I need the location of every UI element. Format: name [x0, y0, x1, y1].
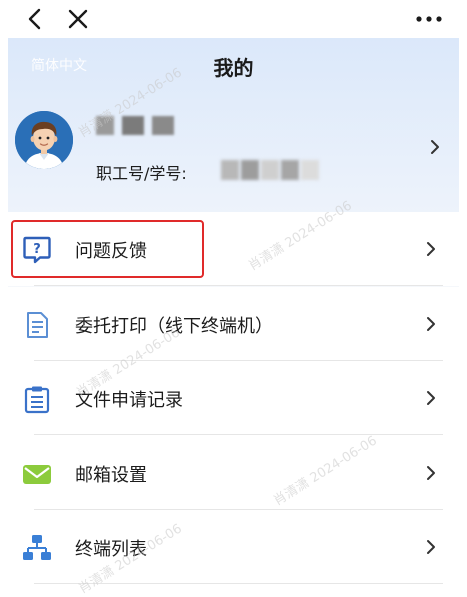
chevron-right-icon: [427, 242, 435, 256]
menu-item-label: 邮箱设置: [75, 465, 147, 486]
avatar[interactable]: [15, 111, 73, 169]
chevron-right-icon: [427, 391, 435, 405]
mail-icon: [23, 465, 51, 484]
menu-item-label: 文件申请记录: [75, 390, 183, 411]
user-avatar-icon: [15, 111, 73, 169]
document-icon: [27, 312, 48, 338]
menu-item-mailbox-settings[interactable]: 邮箱设置: [8, 436, 459, 510]
back-button[interactable]: [20, 3, 52, 35]
chevron-right-icon: [427, 317, 435, 331]
staff-id-redacted: [221, 160, 319, 180]
chevron-right-icon: [431, 140, 439, 154]
chevron-right-icon: [427, 540, 435, 554]
page-title: 我的: [213, 56, 254, 80]
divider: [34, 285, 443, 286]
chevron-left-icon: [28, 8, 41, 30]
top-navigation-bar: [0, 0, 467, 38]
menu-item-file-request-records[interactable]: 文件申请记录: [8, 361, 459, 435]
close-button[interactable]: [62, 3, 94, 35]
menu-item-delegated-print[interactable]: 委托打印（线下终端机）: [8, 287, 459, 361]
divider: [34, 434, 443, 435]
menu-item-label: 委托打印（线下终端机）: [75, 316, 273, 337]
chevron-right-icon: [427, 466, 435, 480]
close-icon: [68, 9, 88, 29]
clipboard-list-icon: [24, 386, 50, 414]
menu-item-feedback[interactable]: ? 问题反馈: [8, 212, 459, 286]
network-tree-icon: [23, 535, 51, 560]
menu-item-label: 问题反馈: [75, 241, 147, 262]
svg-text:?: ?: [33, 242, 41, 257]
menu-item-label: 终端列表: [75, 539, 147, 560]
divider: [34, 583, 443, 584]
profile-detail-button[interactable]: [428, 138, 442, 160]
menu-item-terminal-list[interactable]: 终端列表: [8, 510, 459, 584]
staff-id-label: 职工号/学号:: [96, 164, 187, 183]
more-horizontal-icon: [416, 16, 442, 22]
more-button[interactable]: [409, 3, 449, 35]
feedback-question-icon: ?: [23, 236, 51, 264]
user-name-redacted: [96, 116, 174, 135]
